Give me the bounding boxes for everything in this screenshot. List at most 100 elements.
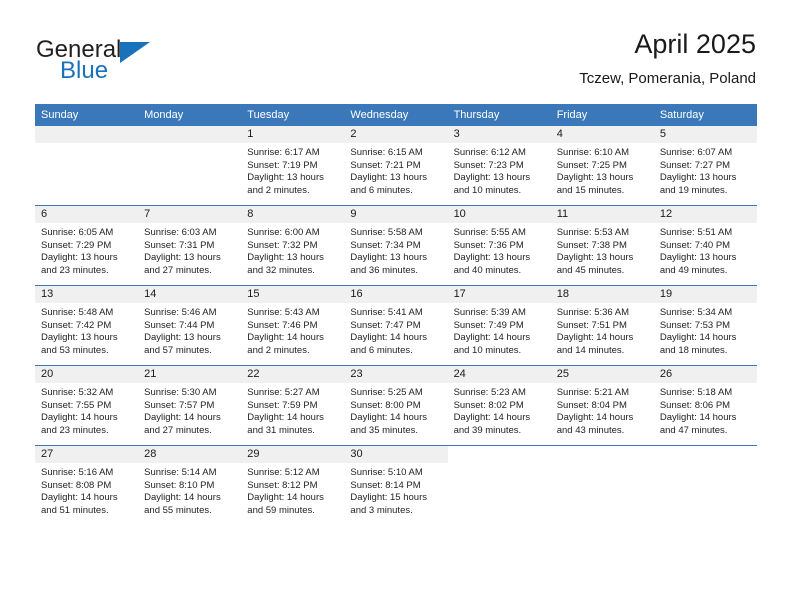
daylight-text-line1: Daylight: 14 hours [41, 492, 118, 504]
calendar-day-cell[interactable]: 19 Sunrise: 5:34 AM Sunset: 7:53 PM Dayligh… [653, 285, 757, 366]
daylight-text-line2: and 53 minutes. [41, 344, 109, 356]
daylight-text-line1: Daylight: 14 hours [144, 492, 221, 504]
sunrise-text: Sunrise: 5:12 AM [247, 467, 320, 478]
day-details: Sunrise: 5:36 AM Sunset: 7:51 PM Daylight:… [551, 303, 654, 357]
calendar-day-cell[interactable]: 8 Sunrise: 6:00 AM Sunset: 7:32 PM Daylight… [241, 205, 345, 286]
calendar-day-cell[interactable]: 22 Sunrise: 5:27 AM Sunset: 7:59 PM Dayligh… [241, 365, 345, 446]
calendar-day-cell[interactable]: 25 Sunrise: 5:21 AM Sunset: 8:04 PM Dayligh… [550, 365, 654, 446]
cell-inner: 22 Sunrise: 5:27 AM Sunset: 7:59 PM Dayligh… [241, 366, 345, 445]
cell-inner: 6 Sunrise: 6:05 AM Sunset: 7:29 PM Daylight… [35, 206, 139, 285]
daylight-text-line1: Daylight: 13 hours [350, 252, 427, 264]
day-number: 14 [138, 286, 242, 303]
calendar-day-cell[interactable]: 16 Sunrise: 5:41 AM Sunset: 7:47 PM Dayligh… [344, 285, 448, 366]
daylight-text-line2: and 35 minutes. [350, 424, 419, 436]
day-details: Sunrise: 6:17 AM Sunset: 7:19 PM Daylight:… [241, 143, 344, 197]
cell-inner: 30 Sunrise: 5:10 AM Sunset: 8:14 PM Dayligh… [344, 446, 448, 525]
cell-inner: 4 Sunrise: 6:10 AM Sunset: 7:25 PM Daylight… [550, 126, 654, 205]
cell-inner: 9 Sunrise: 5:58 AM Sunset: 7:34 PM Daylight… [344, 206, 448, 285]
cell-inner: 14 Sunrise: 5:46 AM Sunset: 7:44 PM Dayligh… [138, 286, 242, 365]
sunrise-text: Sunrise: 5:34 AM [659, 307, 733, 318]
calendar-day-cell[interactable]: 30 Sunrise: 5:10 AM Sunset: 8:14 PM Dayligh… [344, 445, 448, 525]
brand-logo[interactable]: General Blue [36, 36, 266, 88]
daylight-text-line2: and 39 minutes. [453, 424, 522, 436]
sunrise-text: Sunrise: 6:12 AM [453, 147, 526, 158]
sunset-text: Sunset: 8:06 PM [659, 399, 731, 411]
sunset-text: Sunset: 7:27 PM [659, 159, 731, 171]
calendar-day-cell[interactable]: 12 Sunrise: 5:51 AM Sunset: 7:40 PM Dayligh… [653, 205, 757, 286]
page-header: General Blue April 2025 Tczew, Pomerania… [0, 0, 792, 103]
calendar-day-cell[interactable]: 3 Sunrise: 6:12 AM Sunset: 7:23 PM Daylight… [447, 126, 551, 206]
weekday-header-monday: Monday [138, 104, 242, 126]
sunset-text: Sunset: 7:21 PM [350, 159, 421, 171]
calendar-day-cell[interactable]: 7 Sunrise: 6:03 AM Sunset: 7:31 PM Daylight… [138, 205, 242, 286]
sunset-text: Sunset: 8:00 PM [350, 399, 421, 411]
cell-inner: 12 Sunrise: 5:51 AM Sunset: 7:40 PM Dayligh… [653, 206, 757, 285]
cell-inner: 15 Sunrise: 5:43 AM Sunset: 7:46 PM Dayligh… [241, 286, 345, 365]
daylight-text-line1: Daylight: 13 hours [41, 252, 118, 264]
calendar-day-cell[interactable]: 20 Sunrise: 5:32 AM Sunset: 7:55 PM Dayligh… [35, 365, 139, 446]
calendar-week-row: 27 Sunrise: 5:16 AM Sunset: 8:08 PM Dayligh… [35, 445, 757, 525]
calendar-day-cell[interactable]: 28 Sunrise: 5:14 AM Sunset: 8:10 PM Dayligh… [138, 445, 242, 525]
daylight-text-line2: and 18 minutes. [659, 344, 728, 356]
calendar-cell-blank [138, 126, 242, 206]
cell-inner: 8 Sunrise: 6:00 AM Sunset: 7:32 PM Daylight… [241, 206, 345, 285]
calendar-day-cell[interactable]: 26 Sunrise: 5:18 AM Sunset: 8:06 PM Dayligh… [653, 365, 757, 446]
daylight-text-line2: and 55 minutes. [144, 504, 212, 516]
sunrise-text: Sunrise: 5:21 AM [556, 387, 630, 398]
daylight-text-line2: and 31 minutes. [247, 424, 315, 436]
day-number: 19 [653, 286, 757, 303]
day-number: 15 [241, 286, 345, 303]
day-number: 13 [35, 286, 139, 303]
day-details: Sunrise: 5:51 AM Sunset: 7:40 PM Daylight:… [654, 223, 757, 277]
calendar-day-cell[interactable]: 6 Sunrise: 6:05 AM Sunset: 7:29 PM Daylight… [35, 205, 139, 286]
calendar-header-row: Sunday Monday Tuesday Wednesday Thursday Frid… [35, 104, 757, 126]
calendar-day-cell[interactable]: 1 Sunrise: 6:17 AM Sunset: 7:19 PM Daylight… [241, 126, 345, 206]
day-number: 2 [344, 126, 448, 143]
sunrise-text: Sunrise: 6:17 AM [247, 147, 320, 158]
calendar-day-cell[interactable]: 24 Sunrise: 5:23 AM Sunset: 8:02 PM Dayligh… [447, 365, 551, 446]
cell-inner: 23 Sunrise: 5:25 AM Sunset: 8:00 PM Dayligh… [344, 366, 448, 445]
calendar-day-cell[interactable]: 10 Sunrise: 5:55 AM Sunset: 7:36 PM Dayligh… [447, 205, 551, 286]
day-number: 1 [241, 126, 345, 143]
calendar-day-cell[interactable]: 17 Sunrise: 5:39 AM Sunset: 7:49 PM Dayligh… [447, 285, 551, 366]
calendar-day-cell[interactable]: 2 Sunrise: 6:15 AM Sunset: 7:21 PM Daylight… [344, 126, 448, 206]
sunset-text: Sunset: 7:23 PM [453, 159, 524, 171]
day-details: Sunrise: 6:00 AM Sunset: 7:32 PM Daylight:… [241, 223, 344, 277]
sunrise-text: Sunrise: 6:15 AM [350, 147, 423, 158]
calendar-day-cell[interactable]: 21 Sunrise: 5:30 AM Sunset: 7:57 PM Dayligh… [138, 365, 242, 446]
calendar-day-cell[interactable]: 18 Sunrise: 5:36 AM Sunset: 7:51 PM Dayligh… [550, 285, 654, 366]
calendar-day-cell[interactable]: 11 Sunrise: 5:53 AM Sunset: 7:38 PM Dayligh… [550, 205, 654, 286]
calendar-day-cell[interactable]: 27 Sunrise: 5:16 AM Sunset: 8:08 PM Dayligh… [35, 445, 139, 525]
day-number: 20 [35, 366, 139, 383]
day-details: Sunrise: 5:32 AM Sunset: 7:55 PM Daylight:… [35, 383, 138, 437]
sunset-text: Sunset: 7:25 PM [556, 159, 627, 171]
calendar-day-cell[interactable]: 9 Sunrise: 5:58 AM Sunset: 7:34 PM Daylight… [344, 205, 448, 286]
sunset-text: Sunset: 7:59 PM [247, 399, 318, 411]
calendar-day-cell[interactable]: 13 Sunrise: 5:48 AM Sunset: 7:42 PM Dayligh… [35, 285, 139, 366]
daylight-text-line2: and 23 minutes. [41, 264, 109, 276]
calendar-day-cell[interactable]: 4 Sunrise: 6:10 AM Sunset: 7:25 PM Daylight… [550, 126, 654, 206]
day-details: Sunrise: 5:30 AM Sunset: 7:57 PM Daylight:… [138, 383, 241, 437]
daylight-text-line1: Daylight: 14 hours [41, 412, 118, 424]
calendar-day-cell[interactable]: 29 Sunrise: 5:12 AM Sunset: 8:12 PM Dayligh… [241, 445, 345, 525]
daylight-text-line2: and 36 minutes. [350, 264, 419, 276]
day-number: 21 [138, 366, 242, 383]
weekday-header-friday: Friday [550, 104, 654, 126]
sunset-text: Sunset: 8:14 PM [350, 479, 421, 491]
daylight-text-line1: Daylight: 13 hours [556, 252, 634, 264]
sunset-text: Sunset: 7:44 PM [144, 319, 215, 331]
daylight-text-line1: Daylight: 13 hours [453, 172, 531, 184]
daylight-text-line2: and 23 minutes. [41, 424, 109, 436]
sunset-text: Sunset: 8:04 PM [556, 399, 627, 411]
calendar-day-cell[interactable]: 15 Sunrise: 5:43 AM Sunset: 7:46 PM Dayligh… [241, 285, 345, 366]
daylight-text-line2: and 15 minutes. [556, 184, 625, 196]
day-number: 25 [550, 366, 654, 383]
day-number: 6 [35, 206, 139, 223]
sunrise-text: Sunrise: 6:00 AM [247, 227, 320, 238]
day-number-band [35, 126, 139, 143]
cell-inner [447, 446, 551, 525]
daylight-text-line2: and 43 minutes. [556, 424, 625, 436]
calendar-day-cell[interactable]: 23 Sunrise: 5:25 AM Sunset: 8:00 PM Dayligh… [344, 365, 448, 446]
calendar-day-cell[interactable]: 14 Sunrise: 5:46 AM Sunset: 7:44 PM Dayligh… [138, 285, 242, 366]
calendar-day-cell[interactable]: 5 Sunrise: 6:07 AM Sunset: 7:27 PM Daylight… [653, 126, 757, 206]
